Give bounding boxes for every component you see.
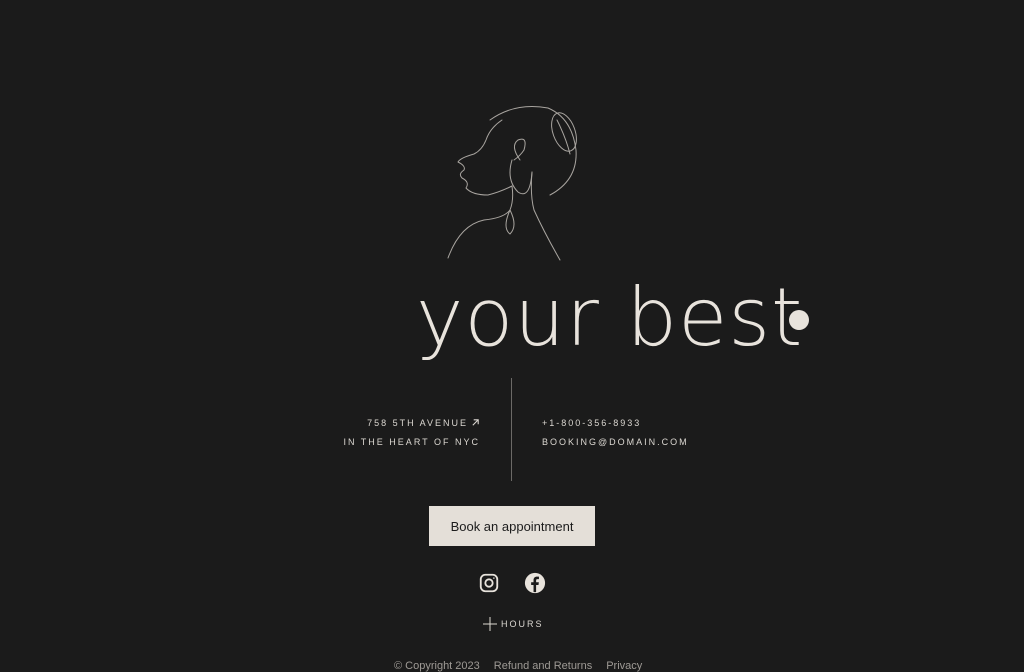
address-line-1: 758 5TH AVENUE bbox=[367, 418, 468, 428]
divider bbox=[511, 378, 512, 481]
facebook-icon bbox=[524, 572, 546, 594]
headline: your best bbox=[416, 271, 804, 364]
refund-link[interactable]: Refund and Returns bbox=[494, 660, 592, 672]
book-appointment-button[interactable]: Book an appointment bbox=[429, 506, 595, 546]
woman-profile-line-art-icon bbox=[440, 100, 590, 265]
hours-label: HOURS bbox=[501, 619, 544, 629]
address-block: 758 5TH AVENUE IN THE HEART OF NYC bbox=[343, 414, 480, 452]
copyright: © Copyright 2023 bbox=[394, 660, 480, 672]
privacy-link[interactable]: Privacy bbox=[606, 660, 642, 672]
headline-dot bbox=[789, 310, 809, 330]
instagram-icon bbox=[479, 573, 499, 593]
hours-toggle[interactable]: HOURS bbox=[483, 617, 544, 631]
email-link[interactable]: BOOKING@DOMAIN.COM bbox=[542, 433, 689, 452]
facebook-link[interactable] bbox=[524, 572, 546, 594]
contact-block: +1-800-356-8933 BOOKING@DOMAIN.COM bbox=[542, 414, 689, 452]
address-link[interactable]: 758 5TH AVENUE bbox=[367, 418, 480, 428]
arrow-up-right-icon bbox=[472, 419, 479, 426]
social-links bbox=[478, 572, 546, 594]
address-line-2: IN THE HEART OF NYC bbox=[343, 437, 480, 447]
phone-link[interactable]: +1-800-356-8933 bbox=[542, 414, 689, 433]
plus-icon bbox=[483, 617, 497, 631]
instagram-link[interactable] bbox=[478, 572, 500, 594]
footer: © Copyright 2023 Refund and Returns Priv… bbox=[394, 660, 642, 672]
page: your best 758 5TH AVENUE IN THE HEART OF… bbox=[0, 0, 1024, 672]
